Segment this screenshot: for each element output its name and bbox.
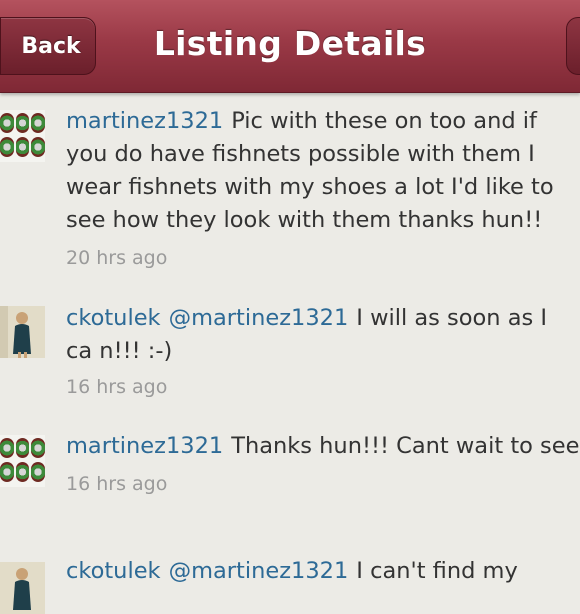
melon-icon: [31, 113, 45, 133]
comment-timestamp: 20 hrs ago: [66, 247, 168, 269]
comment-text-line: Thanks hun!!! Cant wait to see: [231, 433, 580, 459]
comment-body: martinez1321 Thanks hun!!! Cant wait to s…: [66, 430, 580, 463]
melon-icon: [31, 462, 45, 482]
right-nav-button[interactable]: [566, 17, 580, 75]
comment-username[interactable]: martinez1321: [66, 433, 223, 459]
melon-icon: [15, 438, 30, 458]
comment-username[interactable]: ckotulek: [66, 305, 161, 331]
comment-body: martinez1321 Pic with these on too and if…: [66, 105, 580, 237]
melon-icon: [0, 137, 14, 157]
avatar[interactable]: [0, 435, 45, 487]
person-photo-icon: [0, 562, 45, 614]
comment-username[interactable]: martinez1321: [66, 108, 223, 134]
comment-body: ckotulek @martinez1321 I will as soon as I…: [66, 302, 580, 368]
melon-icon: [31, 438, 45, 458]
melon-icon: [0, 462, 14, 482]
comment-timestamp: 16 hrs ago: [66, 473, 168, 495]
avatar[interactable]: [0, 110, 45, 162]
melon-icon: [31, 137, 45, 157]
avatar[interactable]: [0, 562, 45, 614]
melon-icon: [15, 462, 30, 482]
comment-mention[interactable]: @martinez1321: [169, 305, 349, 331]
melon-icon: [0, 113, 14, 133]
melon-icon: [15, 113, 30, 133]
comment-username[interactable]: ckotulek: [66, 558, 161, 584]
comment-text-line: see how they look with them thanks hun!!: [66, 207, 543, 233]
page-title: Listing Details: [153, 24, 427, 63]
comment-text-line: wear fishnets with my shoes a lot I'd li…: [66, 174, 554, 200]
comment-text-line: I can't find my: [356, 558, 518, 584]
melon-icon: [0, 438, 14, 458]
comment-text-line: Pic with these on too and if: [231, 108, 537, 134]
person-photo-icon: [0, 306, 45, 358]
navigation-bar: Back Listing Details: [0, 0, 580, 93]
melon-icon: [15, 137, 30, 157]
comment-text-line: I will as soon as I: [356, 305, 548, 331]
avatar[interactable]: [0, 306, 45, 358]
comment-mention[interactable]: @martinez1321: [169, 558, 349, 584]
comment-body: ckotulek @martinez1321 I can't find my: [66, 555, 580, 588]
comment-timestamp: 16 hrs ago: [66, 376, 168, 398]
comment-text-line: ca n!!! :-): [66, 338, 173, 364]
comment-text-line: you do have fishnets possible with them …: [66, 141, 535, 167]
